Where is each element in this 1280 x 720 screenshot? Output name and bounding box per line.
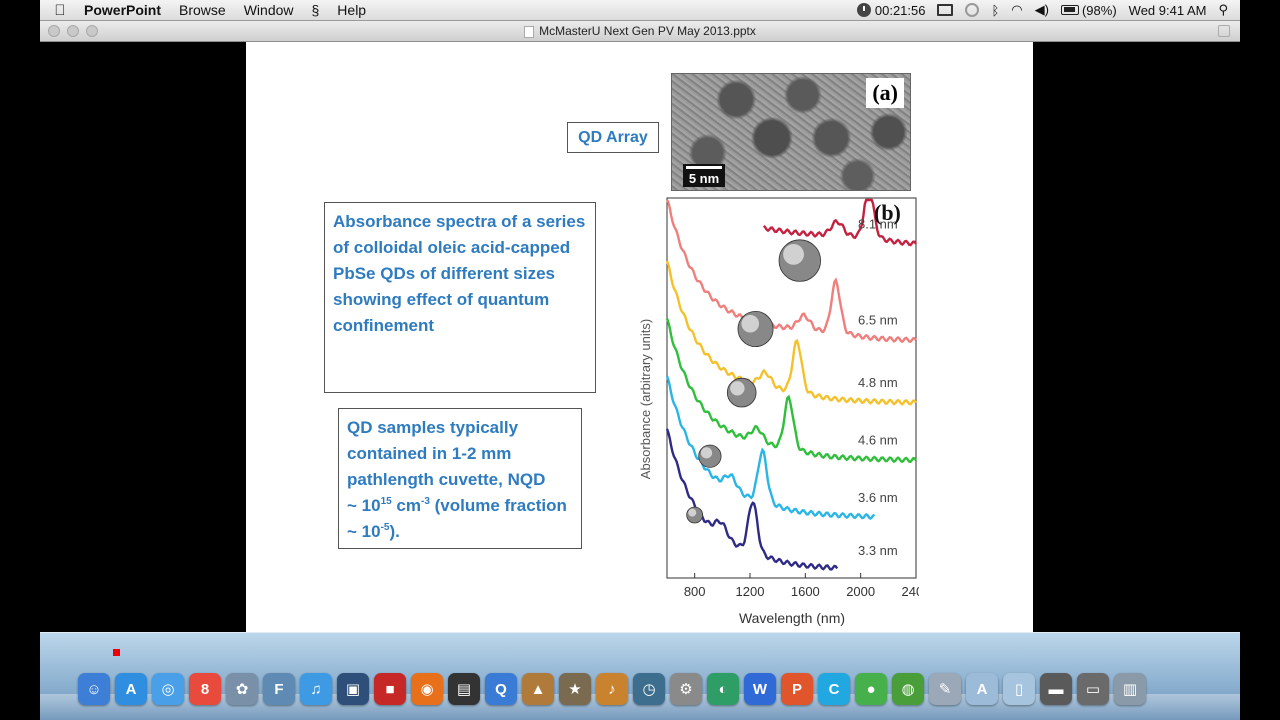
battery-status[interactable]: (98%) <box>1055 3 1123 18</box>
qd-sphere-highlight <box>700 447 713 459</box>
series-label: 4.8 nm <box>858 375 898 390</box>
dock-icons: ☺ A ◎ 8 ✿ F ♫ ▣ ■ ◉ ▤ Q ▲ ★ ♪ ◷ ⚙ ◐ W P C ● ◍ ✎ A ▯ ▬ ▭ ▥ <box>78 673 1146 705</box>
series-label: 6.5 nm <box>858 313 898 328</box>
qd-sphere-highlight <box>783 243 804 265</box>
photo-booth-icon[interactable]: ■ <box>374 673 406 705</box>
window-title-bar: McMasterU Next Gen PV May 2013.pptx <box>40 21 1240 42</box>
itunes-icon[interactable]: ♫ <box>300 673 332 705</box>
recording-indicator <box>113 649 120 656</box>
chart-panel-label: (b) <box>874 200 901 225</box>
display-icon[interactable] <box>931 4 959 16</box>
photo-icon[interactable]: ✿ <box>226 673 258 705</box>
dock: ☺ A ◎ 8 ✿ F ♫ ▣ ■ ◉ ▤ Q ▲ ★ ♪ ◷ ⚙ ◐ W P C ● ◍ ✎ A ▯ ▬ ▭ ▥ <box>40 632 1240 720</box>
x-tick-label: 1200 <box>736 584 765 599</box>
trash-icon[interactable]: ▥ <box>1114 673 1146 705</box>
final-cut-icon[interactable]: F <box>263 673 295 705</box>
bluetooth-icon[interactable]: ᛒ <box>985 3 1005 18</box>
series-label: 4.6 nm <box>858 433 898 448</box>
menu-window[interactable]: Window <box>235 2 303 18</box>
samples-exp2: -3 <box>420 496 430 507</box>
qd-sphere-highlight <box>688 508 697 517</box>
safari-icon[interactable]: ◎ <box>152 673 184 705</box>
zoom-button[interactable] <box>86 25 98 37</box>
time-machine-icon[interactable]: ◷ <box>633 673 665 705</box>
chart-xlabel: Wavelength (nm) <box>739 610 845 626</box>
absorbance-description: Absorbance spectra of a series of colloi… <box>324 202 596 393</box>
qd-sphere-highlight <box>730 381 745 396</box>
filezilla-icon[interactable]: ◐ <box>707 673 739 705</box>
x-tick-label: 2400 <box>902 584 919 599</box>
samples-exp1: 15 <box>380 496 392 507</box>
scale-label: 5 nm <box>688 171 720 186</box>
document-icon <box>524 25 535 38</box>
absorbance-chart: 3.3 nm3.6 nm4.6 nm4.8 nm6.5 nm8.1 nm 800… <box>638 197 919 626</box>
apple-menu-icon[interactable]:  <box>40 2 80 19</box>
word-icon[interactable]: W <box>744 673 776 705</box>
volume-icon[interactable]: ◀) <box>1029 2 1055 18</box>
powerpoint-icon[interactable]: P <box>781 673 813 705</box>
iphoto-icon[interactable]: ▲ <box>522 673 554 705</box>
qd-array-label: QD Array <box>567 122 659 153</box>
series-label: 3.6 nm <box>858 490 898 505</box>
window-controls <box>48 25 98 37</box>
menu-help[interactable]: Help <box>328 2 375 18</box>
quicktime-icon[interactable]: ▣ <box>337 673 369 705</box>
clapper-icon[interactable]: ▤ <box>448 673 480 705</box>
tem-image: (a) 5 nm <box>671 73 911 191</box>
battery-icon <box>1060 5 1079 15</box>
time-machine-icon[interactable] <box>959 3 985 17</box>
recording-timer[interactable]: 00:21:56 <box>851 3 932 18</box>
x-tick-label: 2000 <box>846 584 875 599</box>
battery-text: (98%) <box>1081 2 1117 18</box>
messenger-icon[interactable]: ● <box>855 673 887 705</box>
samples-description: QD samples typically contained in 1-2 mm… <box>338 408 582 549</box>
preview-icon[interactable]: ✎ <box>929 673 961 705</box>
printer-icon[interactable]: ▭ <box>1077 673 1109 705</box>
chart-ylabel: Absorbance (arbitrary units) <box>638 319 653 479</box>
series-label: 3.3 nm <box>858 543 898 558</box>
menu-browse[interactable]: Browse <box>170 2 235 18</box>
fullscreen-icon[interactable] <box>1218 25 1230 37</box>
timer-text: 00:21:56 <box>874 2 926 18</box>
window-title: McMasterU Next Gen PV May 2013.pptx <box>539 24 756 38</box>
garageband-icon[interactable]: ♪ <box>596 673 628 705</box>
spotlight-search-icon[interactable]: ⚲ <box>1212 2 1234 18</box>
wifi-icon[interactable]: ◠ <box>1005 2 1028 18</box>
samples-line2a: ~ 10 <box>347 496 381 515</box>
tem-panel-label: (a) <box>866 78 904 108</box>
skype-icon[interactable]: C <box>818 673 850 705</box>
qd-sphere-highlight <box>741 314 760 333</box>
close-button[interactable] <box>48 25 60 37</box>
x-tick-label: 800 <box>684 584 706 599</box>
script-menu-icon[interactable]: § <box>303 2 329 18</box>
imovie-icon[interactable]: ★ <box>559 673 591 705</box>
clock-icon <box>856 3 871 17</box>
scanner-icon[interactable]: ▬ <box>1040 673 1072 705</box>
documents-folder-icon[interactable]: ▯ <box>1003 673 1035 705</box>
x-tick-label: 1600 <box>791 584 820 599</box>
app-menu[interactable]: PowerPoint <box>80 2 170 18</box>
applications-folder-icon[interactable]: A <box>966 673 998 705</box>
samples-line1: QD samples typically contained in 1-2 mm… <box>347 418 546 489</box>
calendar-icon[interactable]: 8 <box>189 673 221 705</box>
firefox-icon[interactable]: ◉ <box>411 673 443 705</box>
clock-text[interactable]: Wed 9:41 AM <box>1123 3 1213 18</box>
minimize-button[interactable] <box>67 25 79 37</box>
menu-bar:  PowerPoint Browse Window § Help 00:21:… <box>40 0 1240 21</box>
system-prefs-icon[interactable]: ⚙ <box>670 673 702 705</box>
app-store-icon[interactable]: A <box>115 673 147 705</box>
samples-line2d: ). <box>389 522 400 541</box>
finder-icon[interactable]: ☺ <box>78 673 110 705</box>
cisco-icon[interactable]: ◍ <box>892 673 924 705</box>
presentation-area: QD Array (a) 5 nm Absorbance spectra of … <box>40 42 1240 632</box>
scale-bar: 5 nm <box>683 164 725 187</box>
slide[interactable]: QD Array (a) 5 nm Absorbance spectra of … <box>246 42 1033 632</box>
screen:  PowerPoint Browse Window § Help 00:21:… <box>0 0 1280 720</box>
samples-line2b: cm <box>391 496 421 515</box>
quicktime-player-icon[interactable]: Q <box>485 673 517 705</box>
